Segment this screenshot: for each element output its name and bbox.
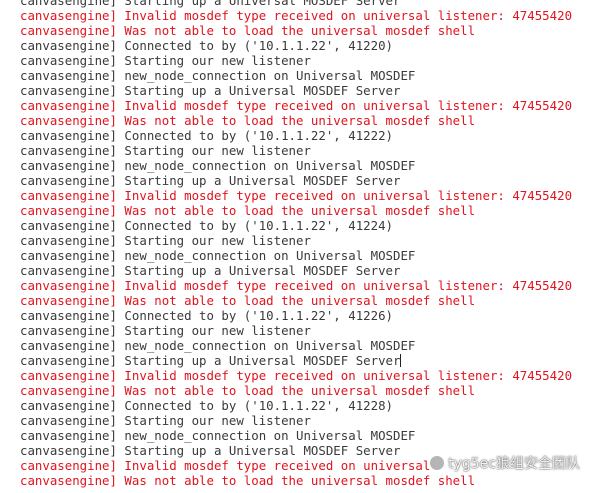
log-line-text: canvasengine] Connected to by ('10.1.1.2… bbox=[20, 38, 393, 53]
log-line-text: canvasengine] new_node_connection on Uni… bbox=[20, 68, 416, 83]
watermark-text: tyg5ec狼组安全团队 bbox=[448, 456, 580, 472]
log-line: canvasengine] new_node_connection on Uni… bbox=[0, 158, 594, 173]
log-line-text: canvasengine] Was not able to load the u… bbox=[20, 473, 476, 488]
log-line-text: canvasengine] Invalid mosdef type receiv… bbox=[20, 278, 573, 293]
log-line: canvasengine] Starting up a Universal MO… bbox=[0, 353, 594, 368]
log-line: canvasengine] Connected to by ('10.1.1.2… bbox=[0, 38, 594, 53]
log-line-text: canvasengine] Starting our new listener bbox=[20, 143, 311, 158]
log-line: canvasengine] Starting up a Universal MO… bbox=[0, 263, 594, 278]
log-line-text: canvasengine] Starting up a Universal MO… bbox=[20, 83, 401, 98]
log-line-text: canvasengine] new_node_connection on Uni… bbox=[20, 338, 416, 353]
log-line-error: canvasengine] Invalid mosdef type receiv… bbox=[0, 98, 594, 113]
log-line-text: canvasengine] Was not able to load the u… bbox=[20, 383, 476, 398]
log-line-text: canvasengine] Was not able to load the u… bbox=[20, 113, 476, 128]
log-line-text: canvasengine] Starting our new listener bbox=[20, 53, 311, 68]
log-line: canvasengine] Starting up a Universal MO… bbox=[0, 0, 594, 8]
log-line: canvasengine] Connected to by ('10.1.1.2… bbox=[0, 218, 594, 233]
log-line: canvasengine] Connected to by ('10.1.1.2… bbox=[0, 308, 594, 323]
log-line-text: canvasengine] Invalid mosdef type receiv… bbox=[20, 188, 573, 203]
log-line: canvasengine] Starting up a Universal MO… bbox=[0, 173, 594, 188]
log-line-text: canvasengine] Was not able to load the u… bbox=[20, 203, 476, 218]
log-line-text: canvasengine] Starting our new listener bbox=[20, 233, 311, 248]
watermark: tyg5ec狼组安全团队 bbox=[430, 453, 580, 473]
log-line: canvasengine] Starting up a Universal MO… bbox=[0, 83, 594, 98]
log-line-text: canvasengine] Connected to by ('10.1.1.2… bbox=[20, 308, 393, 323]
log-line: canvasengine] Starting our new listener bbox=[0, 323, 594, 338]
log-line-text: canvasengine] Starting up a Universal MO… bbox=[20, 353, 401, 368]
log-line-text: canvasengine] Connected to by ('10.1.1.2… bbox=[20, 128, 393, 143]
log-line-text: canvasengine] Starting up a Universal MO… bbox=[20, 173, 401, 188]
log-line-text: canvasengine] new_node_connection on Uni… bbox=[20, 158, 416, 173]
log-line-text: canvasengine] Invalid mosdef type receiv… bbox=[20, 98, 573, 113]
log-line: canvasengine] Starting our new listener bbox=[0, 53, 594, 68]
text-cursor bbox=[400, 354, 402, 367]
log-line-error: canvasengine] Was not able to load the u… bbox=[0, 473, 594, 488]
log-line: canvasengine] new_node_connection on Uni… bbox=[0, 338, 594, 353]
log-line-text: canvasengine] Invalid mosdef type receiv… bbox=[20, 8, 573, 23]
log-line: canvasengine] Connected to by ('10.1.1.2… bbox=[0, 128, 594, 143]
log-line-text: canvasengine] Was not able to load the u… bbox=[20, 23, 476, 38]
log-line-text: canvasengine] Invalid mosdef type receiv… bbox=[20, 458, 431, 473]
log-line-error: canvasengine] Invalid mosdef type receiv… bbox=[0, 278, 594, 293]
log-line-text: canvasengine] Starting up a Universal MO… bbox=[20, 443, 401, 458]
log-line-text: canvasengine] Connected to by ('10.1.1.2… bbox=[20, 218, 393, 233]
log-line: canvasengine] Starting our new listener bbox=[0, 413, 594, 428]
terminal-output[interactable]: canvasengine] Starting up a Universal MO… bbox=[0, 0, 594, 488]
log-line-error: canvasengine] Was not able to load the u… bbox=[0, 203, 594, 218]
log-line-text: canvasengine] Invalid mosdef type receiv… bbox=[20, 368, 573, 383]
log-line: canvasengine] new_node_connection on Uni… bbox=[0, 428, 594, 443]
log-line-error: canvasengine] Was not able to load the u… bbox=[0, 383, 594, 398]
log-line-text: canvasengine] Was not able to load the u… bbox=[20, 293, 476, 308]
log-line-error: canvasengine] Invalid mosdef type receiv… bbox=[0, 368, 594, 383]
log-line-text: canvasengine] new_node_connection on Uni… bbox=[20, 428, 416, 443]
log-line-text: canvasengine] Starting our new listener bbox=[20, 413, 311, 428]
log-line-error: canvasengine] Was not able to load the u… bbox=[0, 23, 594, 38]
wechat-logo-icon bbox=[430, 456, 445, 470]
log-line-error: canvasengine] Was not able to load the u… bbox=[0, 113, 594, 128]
log-line-text: canvasengine] Starting up a Universal MO… bbox=[20, 263, 401, 278]
log-line: canvasengine] Connected to by ('10.1.1.2… bbox=[0, 398, 594, 413]
log-line-text: canvasengine] Connected to by ('10.1.1.2… bbox=[20, 398, 393, 413]
log-line-text: canvasengine] Starting our new listener bbox=[20, 323, 311, 338]
log-line: canvasengine] new_node_connection on Uni… bbox=[0, 68, 594, 83]
log-line: canvasengine] Starting our new listener bbox=[0, 233, 594, 248]
log-line: canvasengine] new_node_connection on Uni… bbox=[0, 248, 594, 263]
log-line: canvasengine] Starting our new listener bbox=[0, 143, 594, 158]
log-line-text: canvasengine] Starting up a Universal MO… bbox=[20, 0, 401, 8]
log-line-error: canvasengine] Was not able to load the u… bbox=[0, 293, 594, 308]
log-line-error: canvasengine] Invalid mosdef type receiv… bbox=[0, 188, 594, 203]
log-line-text: canvasengine] new_node_connection on Uni… bbox=[20, 248, 416, 263]
log-line-error: canvasengine] Invalid mosdef type receiv… bbox=[0, 8, 594, 23]
